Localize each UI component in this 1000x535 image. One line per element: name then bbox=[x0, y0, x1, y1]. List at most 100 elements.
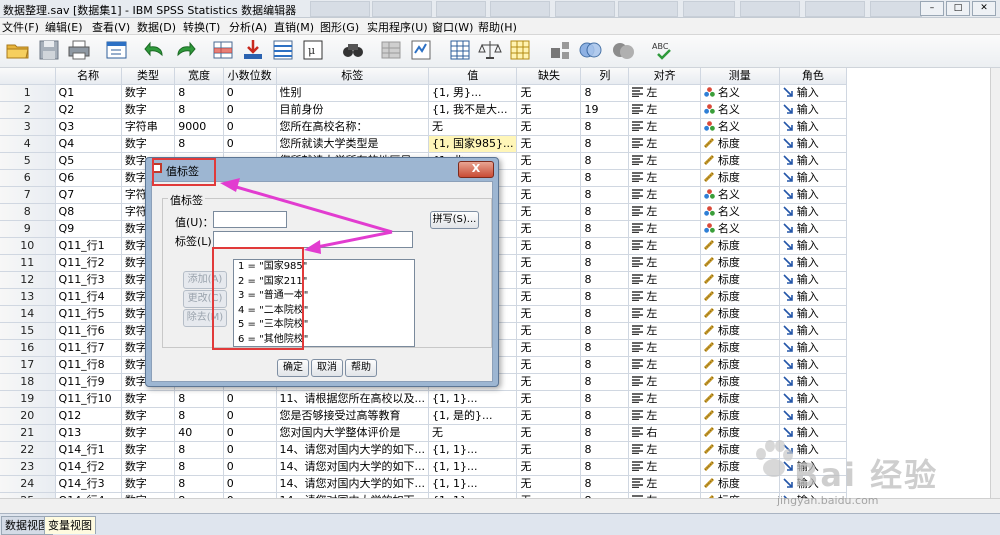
cell-measure[interactable]: 标度 bbox=[700, 237, 780, 255]
cell-missing[interactable]: 无 bbox=[516, 271, 582, 289]
cell-label[interactable]: 目前身份 bbox=[276, 101, 429, 119]
row-number[interactable]: 2 bbox=[0, 101, 56, 119]
cell-measure[interactable]: 名义 bbox=[700, 186, 780, 204]
cell-values[interactable]: {1, 1}... bbox=[428, 475, 518, 493]
row-number[interactable]: 17 bbox=[0, 356, 56, 374]
cell-measure[interactable]: 名义 bbox=[700, 203, 780, 221]
cell-cols[interactable]: 8 bbox=[580, 322, 630, 340]
row-number[interactable]: 22 bbox=[0, 441, 56, 459]
dialog-close-button[interactable]: X bbox=[458, 161, 494, 178]
help-button[interactable]: 帮助 bbox=[345, 359, 377, 377]
cell-align[interactable]: 左 bbox=[628, 373, 701, 391]
cell-dec[interactable]: 0 bbox=[223, 458, 277, 476]
cell-missing[interactable]: 无 bbox=[516, 390, 582, 408]
spell-button[interactable]: 拼写(S)... bbox=[430, 211, 479, 229]
cell-align[interactable]: 左 bbox=[628, 356, 701, 374]
row-number[interactable]: 8 bbox=[0, 203, 56, 221]
menu-graphs[interactable]: 图形(G) bbox=[320, 19, 359, 35]
circles-icon[interactable] bbox=[610, 38, 636, 62]
cell-align[interactable]: 左 bbox=[628, 271, 701, 289]
menu-help[interactable]: 帮助(H) bbox=[478, 19, 517, 35]
redo-icon[interactable] bbox=[172, 38, 198, 62]
cell-align[interactable]: 左 bbox=[628, 220, 701, 238]
cell-width[interactable]: 8 bbox=[174, 101, 224, 119]
cell-role[interactable]: 输入 bbox=[779, 373, 847, 391]
cell-missing[interactable]: 无 bbox=[516, 373, 582, 391]
cell-align[interactable]: 左 bbox=[628, 288, 701, 306]
cell-values[interactable]: 无 bbox=[428, 118, 518, 136]
cell-align[interactable]: 左 bbox=[628, 118, 701, 136]
cell-cols[interactable]: 8 bbox=[580, 356, 630, 374]
scale-icon[interactable] bbox=[477, 38, 503, 62]
row-number[interactable]: 16 bbox=[0, 339, 56, 357]
cell-missing[interactable]: 无 bbox=[516, 220, 582, 238]
cell-measure[interactable]: 标度 bbox=[700, 322, 780, 340]
cancel-button[interactable]: 取消 bbox=[311, 359, 343, 377]
cell-dec[interactable]: 0 bbox=[223, 390, 277, 408]
row-number[interactable]: 15 bbox=[0, 322, 56, 340]
cell-name[interactable]: Q11_行4 bbox=[55, 288, 122, 306]
cell-values[interactable]: {1, 男}... bbox=[428, 84, 518, 102]
cell-width[interactable]: 8 bbox=[174, 135, 224, 153]
split-file-icon[interactable] bbox=[408, 38, 434, 62]
row-number[interactable]: 3 bbox=[0, 118, 56, 136]
row-number[interactable]: 10 bbox=[0, 237, 56, 255]
cell-name[interactable]: Q11_行1 bbox=[55, 237, 122, 255]
cell-label[interactable]: 您所在高校名称： bbox=[276, 118, 429, 136]
value-labels-icon[interactable]: μ bbox=[300, 38, 326, 62]
cell-role[interactable]: 输入 bbox=[779, 118, 847, 136]
value-labels-toggle-icon[interactable] bbox=[547, 38, 573, 62]
cell-cols[interactable]: 8 bbox=[580, 203, 630, 221]
cell-align[interactable]: 左 bbox=[628, 407, 701, 425]
goto-case-icon[interactable] bbox=[210, 38, 236, 62]
menu-file[interactable]: 文件(F) bbox=[2, 19, 39, 35]
table-row[interactable]: 24 Q14_行3 数字 8 0 14、请您对国内大学的如下... {1, 1}... 无 8 左… bbox=[0, 475, 847, 493]
cell-dec[interactable]: 0 bbox=[223, 135, 277, 153]
cell-cols[interactable]: 8 bbox=[580, 254, 630, 272]
menu-transform[interactable]: 转换(T) bbox=[183, 19, 220, 35]
cell-align[interactable]: 左 bbox=[628, 458, 701, 476]
cell-name[interactable]: Q14_行1 bbox=[55, 441, 122, 459]
row-number[interactable]: 21 bbox=[0, 424, 56, 442]
cell-role[interactable]: 输入 bbox=[779, 237, 847, 255]
vertical-scrollbar[interactable] bbox=[990, 68, 1000, 498]
cell-measure[interactable]: 标度 bbox=[700, 254, 780, 272]
cell-width[interactable]: 9000 bbox=[174, 118, 224, 136]
cell-name[interactable]: Q1 bbox=[55, 84, 122, 102]
cell-cols[interactable]: 8 bbox=[580, 271, 630, 289]
cell-measure[interactable]: 标度 bbox=[700, 305, 780, 323]
cell-cols[interactable]: 8 bbox=[580, 237, 630, 255]
cell-role[interactable]: 输入 bbox=[779, 271, 847, 289]
cell-cols[interactable]: 8 bbox=[580, 186, 630, 204]
cell-role[interactable]: 输入 bbox=[779, 220, 847, 238]
cell-align[interactable]: 左 bbox=[628, 101, 701, 119]
cell-role[interactable]: 输入 bbox=[779, 305, 847, 323]
col-header-missing[interactable]: 缺失 bbox=[516, 68, 582, 85]
cell-cols[interactable]: 8 bbox=[580, 288, 630, 306]
cell-values[interactable]: 无 bbox=[428, 424, 518, 442]
cell-width[interactable]: 8 bbox=[174, 475, 224, 493]
col-header-decimals[interactable]: 小数位数 bbox=[223, 68, 277, 85]
cell-missing[interactable]: 无 bbox=[516, 356, 582, 374]
cell-measure[interactable]: 标度 bbox=[700, 339, 780, 357]
row-number[interactable]: 6 bbox=[0, 169, 56, 187]
col-header-role[interactable]: 角色 bbox=[779, 68, 847, 85]
cell-cols[interactable]: 8 bbox=[580, 152, 630, 170]
cell-dec[interactable]: 0 bbox=[223, 475, 277, 493]
cell-type[interactable]: 数字 bbox=[121, 390, 176, 408]
cell-type[interactable]: 数字 bbox=[121, 101, 176, 119]
cell-name[interactable]: Q12 bbox=[55, 407, 122, 425]
cell-missing[interactable]: 无 bbox=[516, 169, 582, 187]
cell-values[interactable]: {1, 1}... bbox=[428, 458, 518, 476]
cell-label[interactable]: 您对国内大学整体评价是 bbox=[276, 424, 429, 442]
cell-missing[interactable]: 无 bbox=[516, 458, 582, 476]
cell-type[interactable]: 数字 bbox=[121, 458, 176, 476]
cell-name[interactable]: Q11_行6 bbox=[55, 322, 122, 340]
col-header-width[interactable]: 宽度 bbox=[174, 68, 224, 85]
cell-type[interactable]: 数字 bbox=[121, 441, 176, 459]
cell-label[interactable]: 14、请您对国内大学的如下... bbox=[276, 475, 429, 493]
cell-missing[interactable]: 无 bbox=[516, 254, 582, 272]
cell-missing[interactable]: 无 bbox=[516, 186, 582, 204]
cell-measure[interactable]: 标度 bbox=[700, 169, 780, 187]
cell-measure[interactable]: 名义 bbox=[700, 84, 780, 102]
